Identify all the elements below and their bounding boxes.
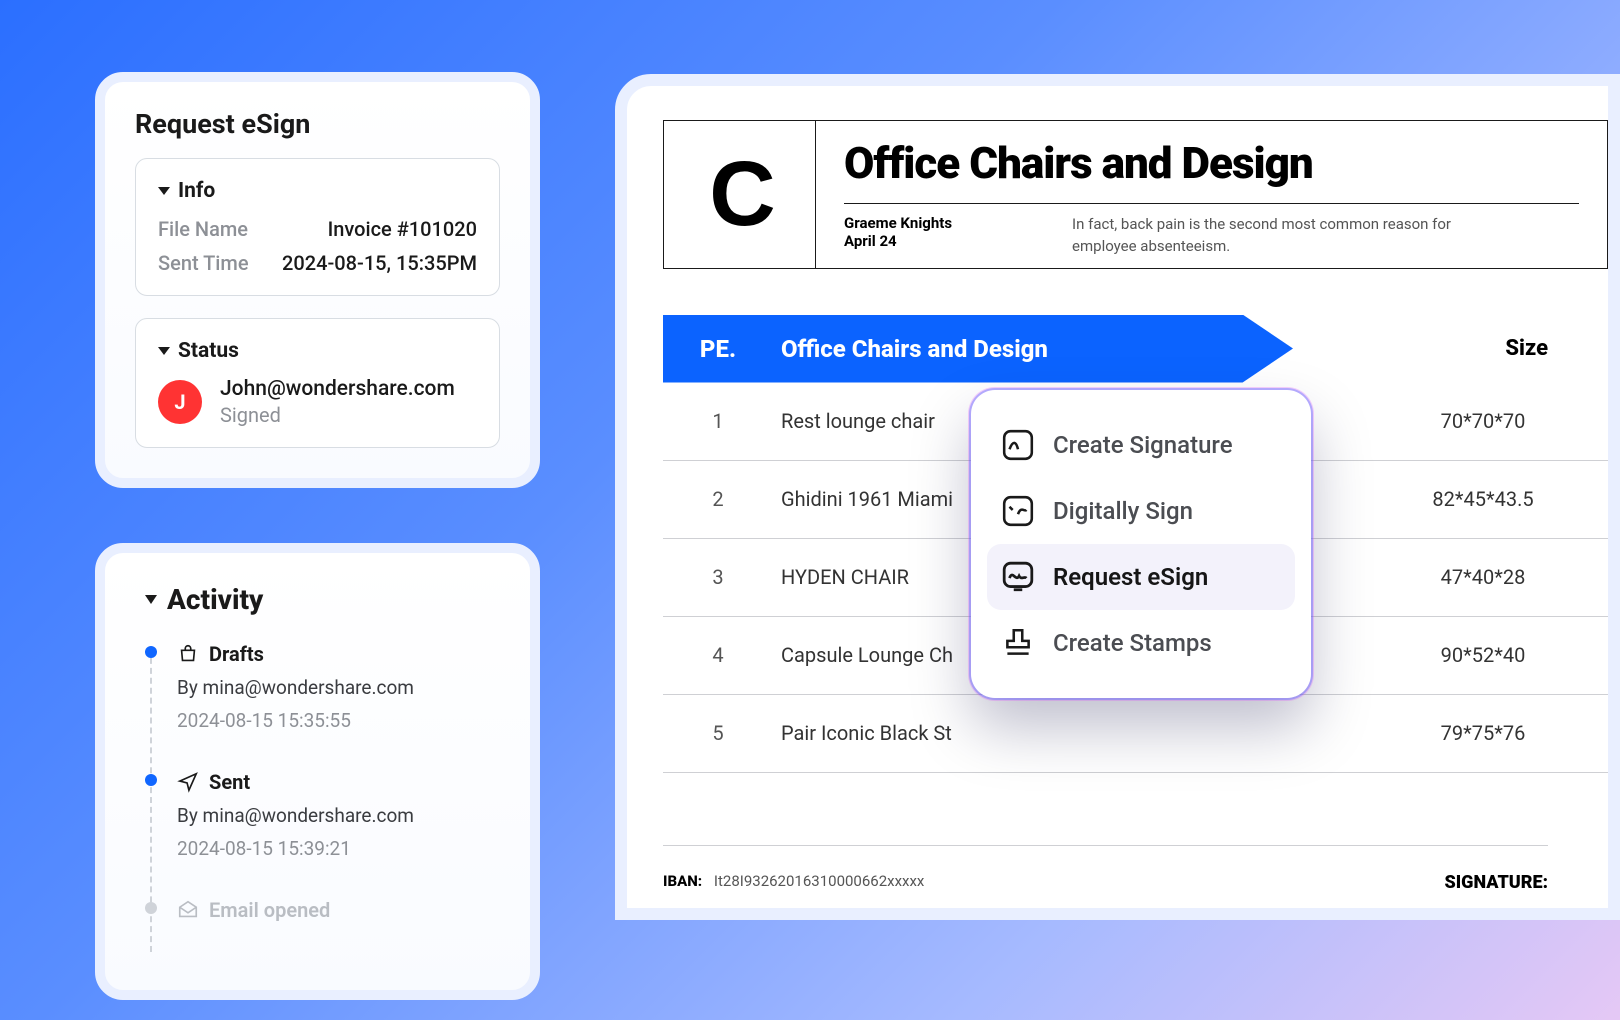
col-name: Office Chairs and Design <box>773 335 1048 363</box>
table-header: PE. Office Chairs and Design Size <box>663 315 1608 383</box>
activity-item-title: Drafts <box>209 642 264 666</box>
activity-panel: Activity Drafts By mina@wondershare.com … <box>95 543 540 1000</box>
status-heading: Status <box>178 339 239 363</box>
caret-down-icon <box>145 595 157 604</box>
sent-time-label: Sent Time <box>158 251 249 275</box>
menu-request-esign[interactable]: Request eSign <box>987 544 1295 610</box>
logo: C <box>664 121 816 268</box>
bag-icon <box>177 643 199 665</box>
document-title: Office Chairs and Design <box>844 137 1579 189</box>
activity-item: Sent By mina@wondershare.com 2024-08-15 … <box>177 770 500 860</box>
status-section: Status J John@wondershare.com Signed <box>135 318 500 448</box>
avatar: J <box>158 380 202 424</box>
status-heading-row[interactable]: Status <box>158 339 477 363</box>
stamp-icon <box>1001 626 1035 660</box>
activity-timeline: Drafts By mina@wondershare.com 2024-08-1… <box>145 642 500 922</box>
document-header: C Office Chairs and Design Graeme Knight… <box>663 120 1608 269</box>
activity-heading-row[interactable]: Activity <box>145 583 500 616</box>
caret-down-icon <box>158 347 170 355</box>
menu-create-stamps[interactable]: Create Stamps <box>987 610 1295 676</box>
iban-label: IBAN: <box>663 872 702 890</box>
activity-item-by: By mina@wondershare.com <box>177 676 500 699</box>
send-icon <box>177 771 199 793</box>
menu-create-signature[interactable]: Create Signature <box>987 412 1295 478</box>
sign-context-menu: Create Signature Digitally Sign Request … <box>971 390 1311 698</box>
signature-label: SIGNATURE: <box>1444 872 1548 893</box>
info-heading: Info <box>178 179 215 203</box>
request-esign-icon <box>1001 560 1035 594</box>
activity-item-by: By mina@wondershare.com <box>177 804 500 827</box>
info-section: Info File Name Invoice #101020 Sent Time… <box>135 158 500 296</box>
activity-item-title: Sent <box>209 770 250 794</box>
document-footer: IBAN: It28I93262016310000662xxxxx SIGNAT… <box>663 845 1548 893</box>
caret-down-icon <box>158 187 170 195</box>
menu-digitally-sign[interactable]: Digitally Sign <box>987 478 1295 544</box>
signature-icon <box>1001 428 1035 462</box>
status-email: John@wondershare.com <box>220 377 455 401</box>
activity-item-title: Email opened <box>209 898 330 922</box>
info-heading-row[interactable]: Info <box>158 179 477 203</box>
col-pe: PE. <box>663 335 773 363</box>
file-name-value: Invoice #101020 <box>328 217 477 241</box>
timeline-dot-icon <box>145 774 157 786</box>
sent-time-value: 2024-08-15, 15:35PM <box>282 251 477 275</box>
status-state: Signed <box>220 403 455 427</box>
digital-sign-icon <box>1001 494 1035 528</box>
document-blurb: In fact, back pain is the second most co… <box>1072 214 1492 258</box>
request-esign-panel: Request eSign Info File Name Invoice #10… <box>95 72 540 488</box>
document-author: Graeme Knights April 24 <box>844 214 952 258</box>
timeline-dot-icon <box>145 902 157 914</box>
iban-value: It28I93262016310000662xxxxx <box>714 872 924 890</box>
panel-title: Request eSign <box>135 108 500 140</box>
timeline-dot-icon <box>145 646 157 658</box>
activity-title: Activity <box>167 583 263 616</box>
activity-item: Email opened <box>177 898 500 922</box>
table-row: 5 Pair Iconic Black St 79*75*76 <box>663 695 1608 773</box>
mail-open-icon <box>177 899 199 921</box>
file-name-label: File Name <box>158 217 248 241</box>
col-size: Size <box>1505 336 1548 361</box>
activity-item-time: 2024-08-15 15:35:55 <box>177 709 500 732</box>
activity-item: Drafts By mina@wondershare.com 2024-08-1… <box>177 642 500 732</box>
activity-item-time: 2024-08-15 15:39:21 <box>177 837 500 860</box>
